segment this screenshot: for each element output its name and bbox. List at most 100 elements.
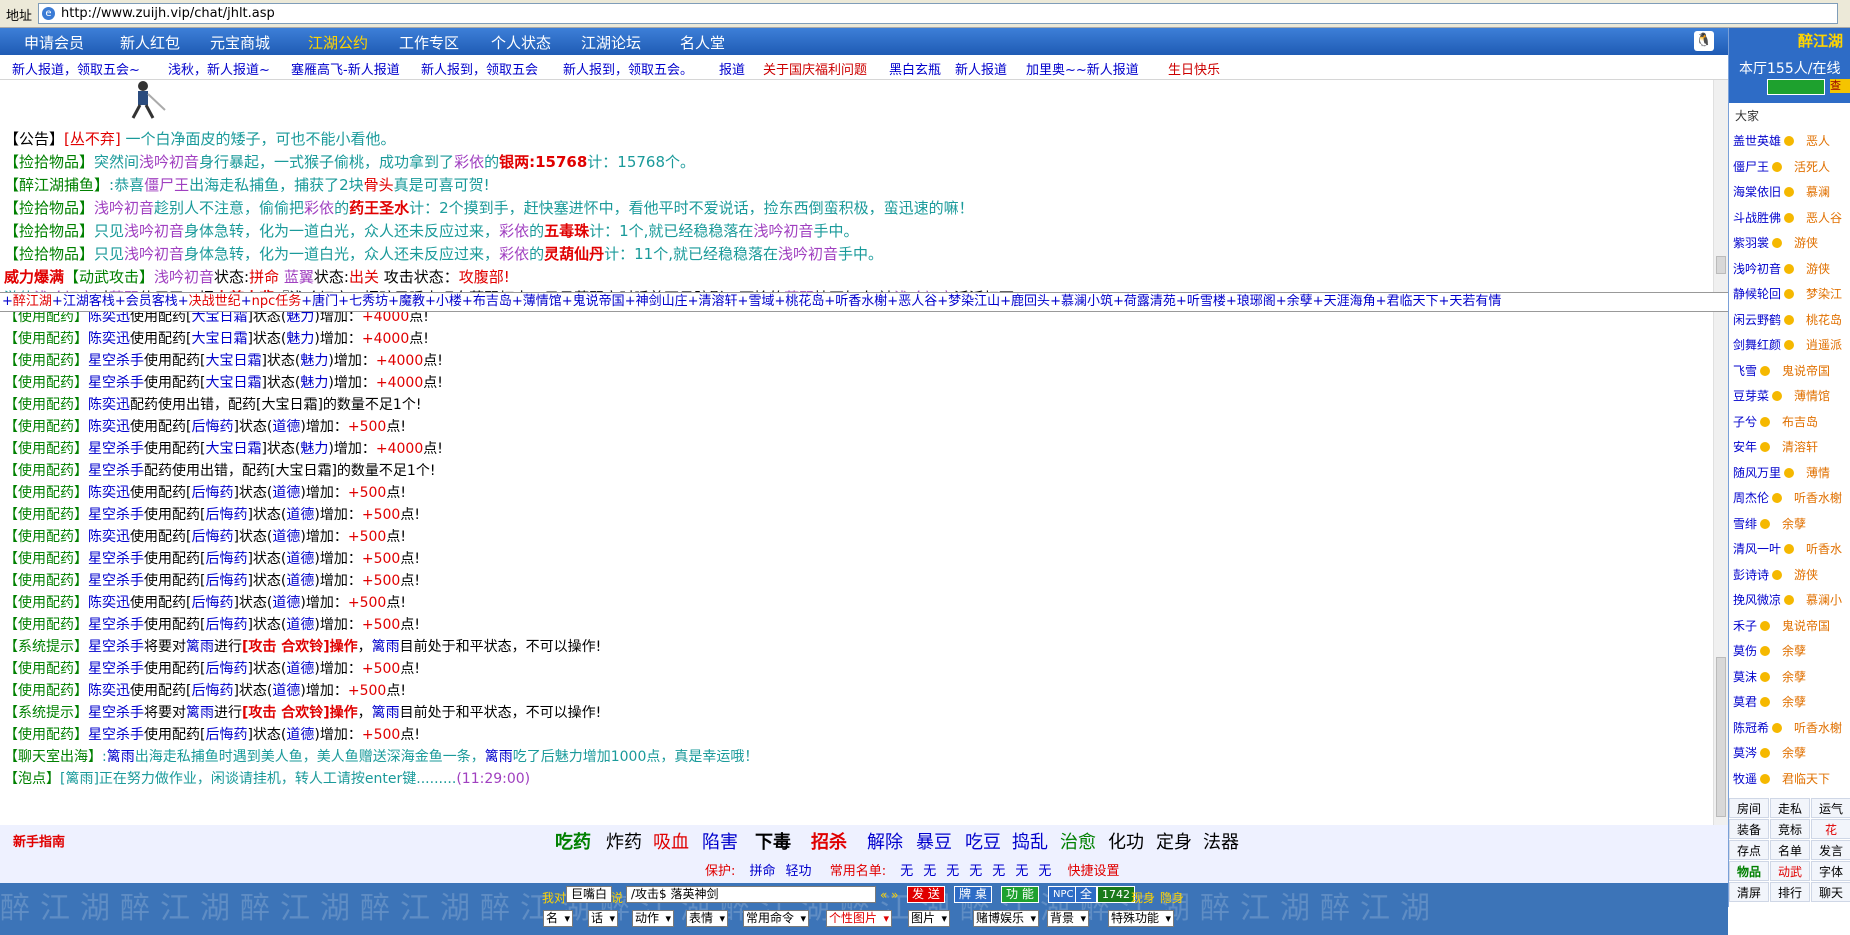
room-link[interactable]: 听香水榭: [835, 294, 887, 309]
nav-item[interactable]: 元宝商城: [210, 32, 270, 53]
action-button[interactable]: 捣乱: [1012, 828, 1048, 854]
user-name[interactable]: 浅吟初音: [94, 199, 154, 217]
ticker-item[interactable]: 关于国庆福利问题: [763, 59, 867, 78]
ticker-item[interactable]: 新人报到，领取五会。: [563, 59, 693, 78]
qq-penguin-icon[interactable]: 🐧: [1694, 31, 1714, 51]
sidebar-menu-item[interactable]: 聊天: [1811, 882, 1850, 902]
action-button[interactable]: 法器: [1203, 828, 1239, 854]
common-list-item[interactable]: 无: [1015, 864, 1028, 879]
dropdown-select[interactable]: 赌博娱乐: [973, 910, 1040, 927]
user-name[interactable]: 陈奕迅: [88, 312, 130, 325]
all-button[interactable]: 全: [1075, 886, 1098, 903]
dropdown-select[interactable]: 名: [543, 910, 574, 927]
user-name[interactable]: 魅力: [286, 331, 314, 347]
user-name[interactable]: 星空杀手: [88, 727, 144, 743]
room-link[interactable]: 天若有情: [1449, 294, 1501, 309]
user-row[interactable]: 浅吟初音 游侠: [1733, 260, 1830, 277]
user-name[interactable]: 后悔药: [205, 617, 247, 633]
sidebar-menu-item[interactable]: 动武: [1770, 861, 1810, 881]
nav-item[interactable]: 申请会员: [24, 32, 84, 53]
user-name[interactable]: 后悔药: [191, 683, 233, 699]
sidebar-menu-item[interactable]: 发言: [1811, 840, 1850, 860]
sidebar-menu-item[interactable]: 运气: [1811, 798, 1850, 818]
sidebar-menu-item[interactable]: 装备: [1729, 819, 1769, 839]
room-link[interactable]: 慕澜小筑: [1061, 294, 1113, 309]
user-row[interactable]: 禾子 鬼说帝国: [1733, 617, 1830, 634]
user-name[interactable]: 陈奕迅: [88, 419, 130, 435]
user-row[interactable]: 莫沫 余孽: [1733, 668, 1806, 685]
user-row[interactable]: 陈冠希 听香水榭: [1733, 719, 1842, 736]
user-row[interactable]: 安年 清溶轩: [1733, 438, 1818, 455]
room-link[interactable]: 君临天下: [1387, 294, 1439, 309]
public-scrollbar[interactable]: [1713, 80, 1728, 292]
user-name[interactable]: 陈冠希: [1733, 721, 1769, 735]
user-row[interactable]: 静候轮回 梦染江: [1733, 285, 1842, 302]
newbie-guide-link[interactable]: 新手指南: [13, 831, 65, 850]
user-name[interactable]: 后悔药: [191, 595, 233, 611]
user-name[interactable]: 莫涔: [1733, 746, 1757, 760]
user-name[interactable]: 后悔药: [205, 507, 247, 523]
history-arrows-icon[interactable]: « »: [880, 888, 899, 902]
ticker-item[interactable]: 加里奥~~新人报道: [1026, 59, 1139, 78]
user-name[interactable]: 彩依: [499, 222, 529, 240]
user-name[interactable]: 浅吟初音: [778, 245, 838, 263]
user-name[interactable]: 道德: [286, 727, 314, 743]
user-name[interactable]: 大宝日霜: [205, 353, 261, 369]
user-name[interactable]: 魅力: [300, 375, 328, 391]
protect-item[interactable]: 轻功: [786, 864, 812, 879]
nav-item[interactable]: 名人堂: [680, 32, 725, 53]
room-link[interactable]: 决战世纪: [189, 294, 241, 309]
user-name[interactable]: 篱雨: [107, 749, 135, 765]
room-link[interactable]: 余孽: [1287, 294, 1313, 309]
action-button[interactable]: 吃豆: [965, 828, 1001, 854]
user-name[interactable]: 浅吟初音: [1733, 262, 1781, 276]
user-name[interactable]: 后悔药: [205, 551, 247, 567]
protect-item[interactable]: 拼命: [750, 864, 776, 879]
user-name[interactable]: 陈奕迅: [88, 331, 130, 347]
ticker-item[interactable]: 新人报到，领取五会: [421, 59, 538, 78]
user-name[interactable]: 清风一叶: [1733, 542, 1781, 556]
action-button[interactable]: 定身: [1156, 828, 1192, 854]
ticker-item[interactable]: 新人报道，领取五会~: [12, 59, 140, 78]
user-name[interactable]: 闲云野鹤: [1733, 313, 1781, 327]
user-name[interactable]: (11:29:00): [456, 771, 530, 787]
quick-settings-link[interactable]: 快捷设置: [1067, 864, 1119, 879]
user-row[interactable]: 雪绯 余孽: [1733, 515, 1806, 532]
user-name[interactable]: 道德: [272, 529, 300, 545]
ticker-item[interactable]: 新人报道: [955, 59, 1007, 78]
user-row[interactable]: 莫君 余孽: [1733, 693, 1806, 710]
user-name[interactable]: 道德: [272, 419, 300, 435]
show-link[interactable]: 现身: [1131, 889, 1155, 906]
user-name[interactable]: 剑舞红颜: [1733, 338, 1781, 352]
private-scrollbar[interactable]: [1713, 312, 1728, 825]
user-name[interactable]: 浅吟初音: [124, 222, 184, 240]
npc-button[interactable]: NPC: [1048, 886, 1079, 903]
user-name[interactable]: 篱雨: [372, 705, 400, 721]
room-link[interactable]: 梦染江山: [948, 294, 1000, 309]
room-link[interactable]: 神剑山庄: [636, 294, 688, 309]
action-button[interactable]: 吸血: [653, 828, 689, 854]
user-name[interactable]: 篱雨: [186, 639, 214, 655]
room-link[interactable]: 江湖客栈: [63, 294, 115, 309]
user-name[interactable]: 道德: [286, 661, 314, 677]
private-scroll-thumb[interactable]: [1716, 657, 1726, 817]
user-name[interactable]: 彭诗诗: [1733, 568, 1769, 582]
user-name[interactable]: 后悔药: [205, 727, 247, 743]
room-link[interactable]: 布吉岛: [473, 294, 512, 309]
user-name[interactable]: 星空杀手: [88, 353, 144, 369]
user-row[interactable]: 豆芽菜 薄情馆: [1733, 387, 1830, 404]
user-name[interactable]: 星空杀手: [88, 639, 144, 655]
room-link[interactable]: 会员客栈: [126, 294, 178, 309]
user-name[interactable]: 道德: [286, 551, 314, 567]
user-name[interactable]: 星空杀手: [88, 441, 144, 457]
nav-item[interactable]: 个人状态: [491, 32, 551, 53]
search-box[interactable]: [1767, 79, 1825, 95]
user-name[interactable]: 陈奕迅: [88, 683, 130, 699]
user-name[interactable]: 后悔药: [191, 529, 233, 545]
user-name[interactable]: 陈奕迅: [88, 397, 130, 413]
user-name[interactable]: 莫君: [1733, 695, 1757, 709]
room-link[interactable]: 琅琊阁: [1237, 294, 1276, 309]
room-link[interactable]: 鹿回头: [1011, 294, 1050, 309]
ticker-item[interactable]: 塞雁高飞-新人报道: [291, 59, 400, 78]
dropdown-select[interactable]: 常用命令: [743, 910, 810, 927]
